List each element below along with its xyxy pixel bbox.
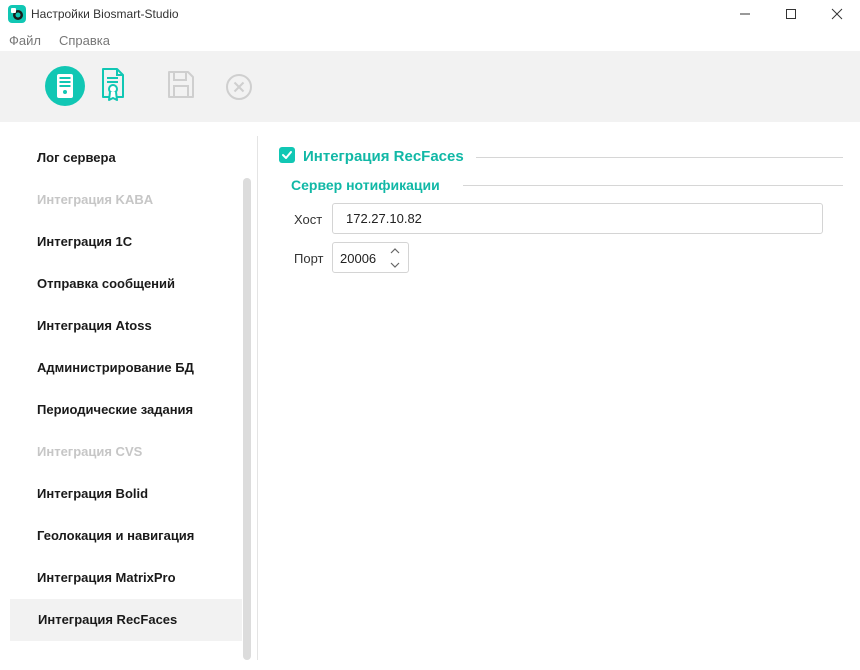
settings-sidebar: Лог сервера Интеграция KABA Интеграция 1…	[0, 122, 258, 670]
title-bar: Настройки Biosmart-Studio	[0, 0, 860, 28]
group-title: Сервер нотификации	[291, 177, 440, 193]
sidebar-item-kaba[interactable]: Интеграция KABA	[10, 179, 242, 221]
enable-recfaces-checkbox[interactable]	[279, 147, 295, 163]
cancel-icon	[226, 74, 252, 100]
port-stepper[interactable]: 20006	[332, 242, 409, 273]
save-icon	[168, 71, 194, 98]
toolbar	[0, 51, 860, 122]
sidebar-item-bolid[interactable]: Интеграция Bolid	[10, 473, 242, 515]
chevron-down-icon[interactable]	[389, 260, 401, 270]
server-icon	[57, 74, 73, 98]
maximize-button[interactable]	[768, 0, 814, 28]
sidebar-item-cvs[interactable]: Интеграция CVS	[10, 431, 242, 473]
sidebar-item-recfaces[interactable]: Интеграция RecFaces	[10, 599, 242, 641]
save-button[interactable]	[166, 67, 206, 107]
sidebar-item-1c[interactable]: Интеграция 1С	[10, 221, 242, 263]
window-title: Настройки Biosmart-Studio	[31, 7, 179, 21]
minimize-button[interactable]	[722, 0, 768, 28]
group-divider	[463, 185, 843, 186]
certificate-icon	[102, 68, 124, 101]
sidebar-item-geolocation[interactable]: Геолокация и навигация	[10, 515, 242, 557]
sidebar-item-scheduled-tasks[interactable]: Периодические задания	[10, 389, 242, 431]
menu-bar: Файл Справка	[0, 30, 860, 50]
section-divider	[476, 157, 843, 158]
port-label: Порт	[294, 251, 324, 266]
sidebar-item-matrixpro[interactable]: Интеграция MatrixPro	[10, 557, 242, 599]
close-button[interactable]	[814, 0, 860, 28]
maximize-icon	[786, 9, 796, 19]
menu-help[interactable]: Справка	[59, 33, 110, 48]
server-settings-button[interactable]	[45, 66, 85, 106]
sidebar-item-messages[interactable]: Отправка сообщений	[10, 263, 242, 305]
chevron-up-icon[interactable]	[389, 246, 401, 256]
menu-file[interactable]: Файл	[9, 33, 41, 48]
sidebar-item-db-admin[interactable]: Администрирование БД	[10, 347, 242, 389]
cancel-button[interactable]	[219, 67, 259, 107]
section-title: Интеграция RecFaces	[303, 148, 464, 165]
checkmark-icon	[282, 151, 292, 159]
sidebar-item-atoss[interactable]: Интеграция Atoss	[10, 305, 242, 347]
host-label: Хост	[294, 212, 323, 227]
host-input[interactable]: 172.27.10.82	[332, 203, 823, 234]
port-value: 20006	[340, 251, 377, 266]
app-logo-icon	[8, 5, 26, 23]
sidebar-item-server-log[interactable]: Лог сервера	[10, 137, 242, 179]
certificate-button[interactable]	[101, 67, 141, 107]
minimize-icon	[740, 13, 750, 15]
close-icon	[831, 8, 843, 20]
settings-content: Интеграция RecFaces Сервер нотификации Х…	[258, 122, 860, 670]
sidebar-scrollbar[interactable]	[243, 178, 251, 660]
